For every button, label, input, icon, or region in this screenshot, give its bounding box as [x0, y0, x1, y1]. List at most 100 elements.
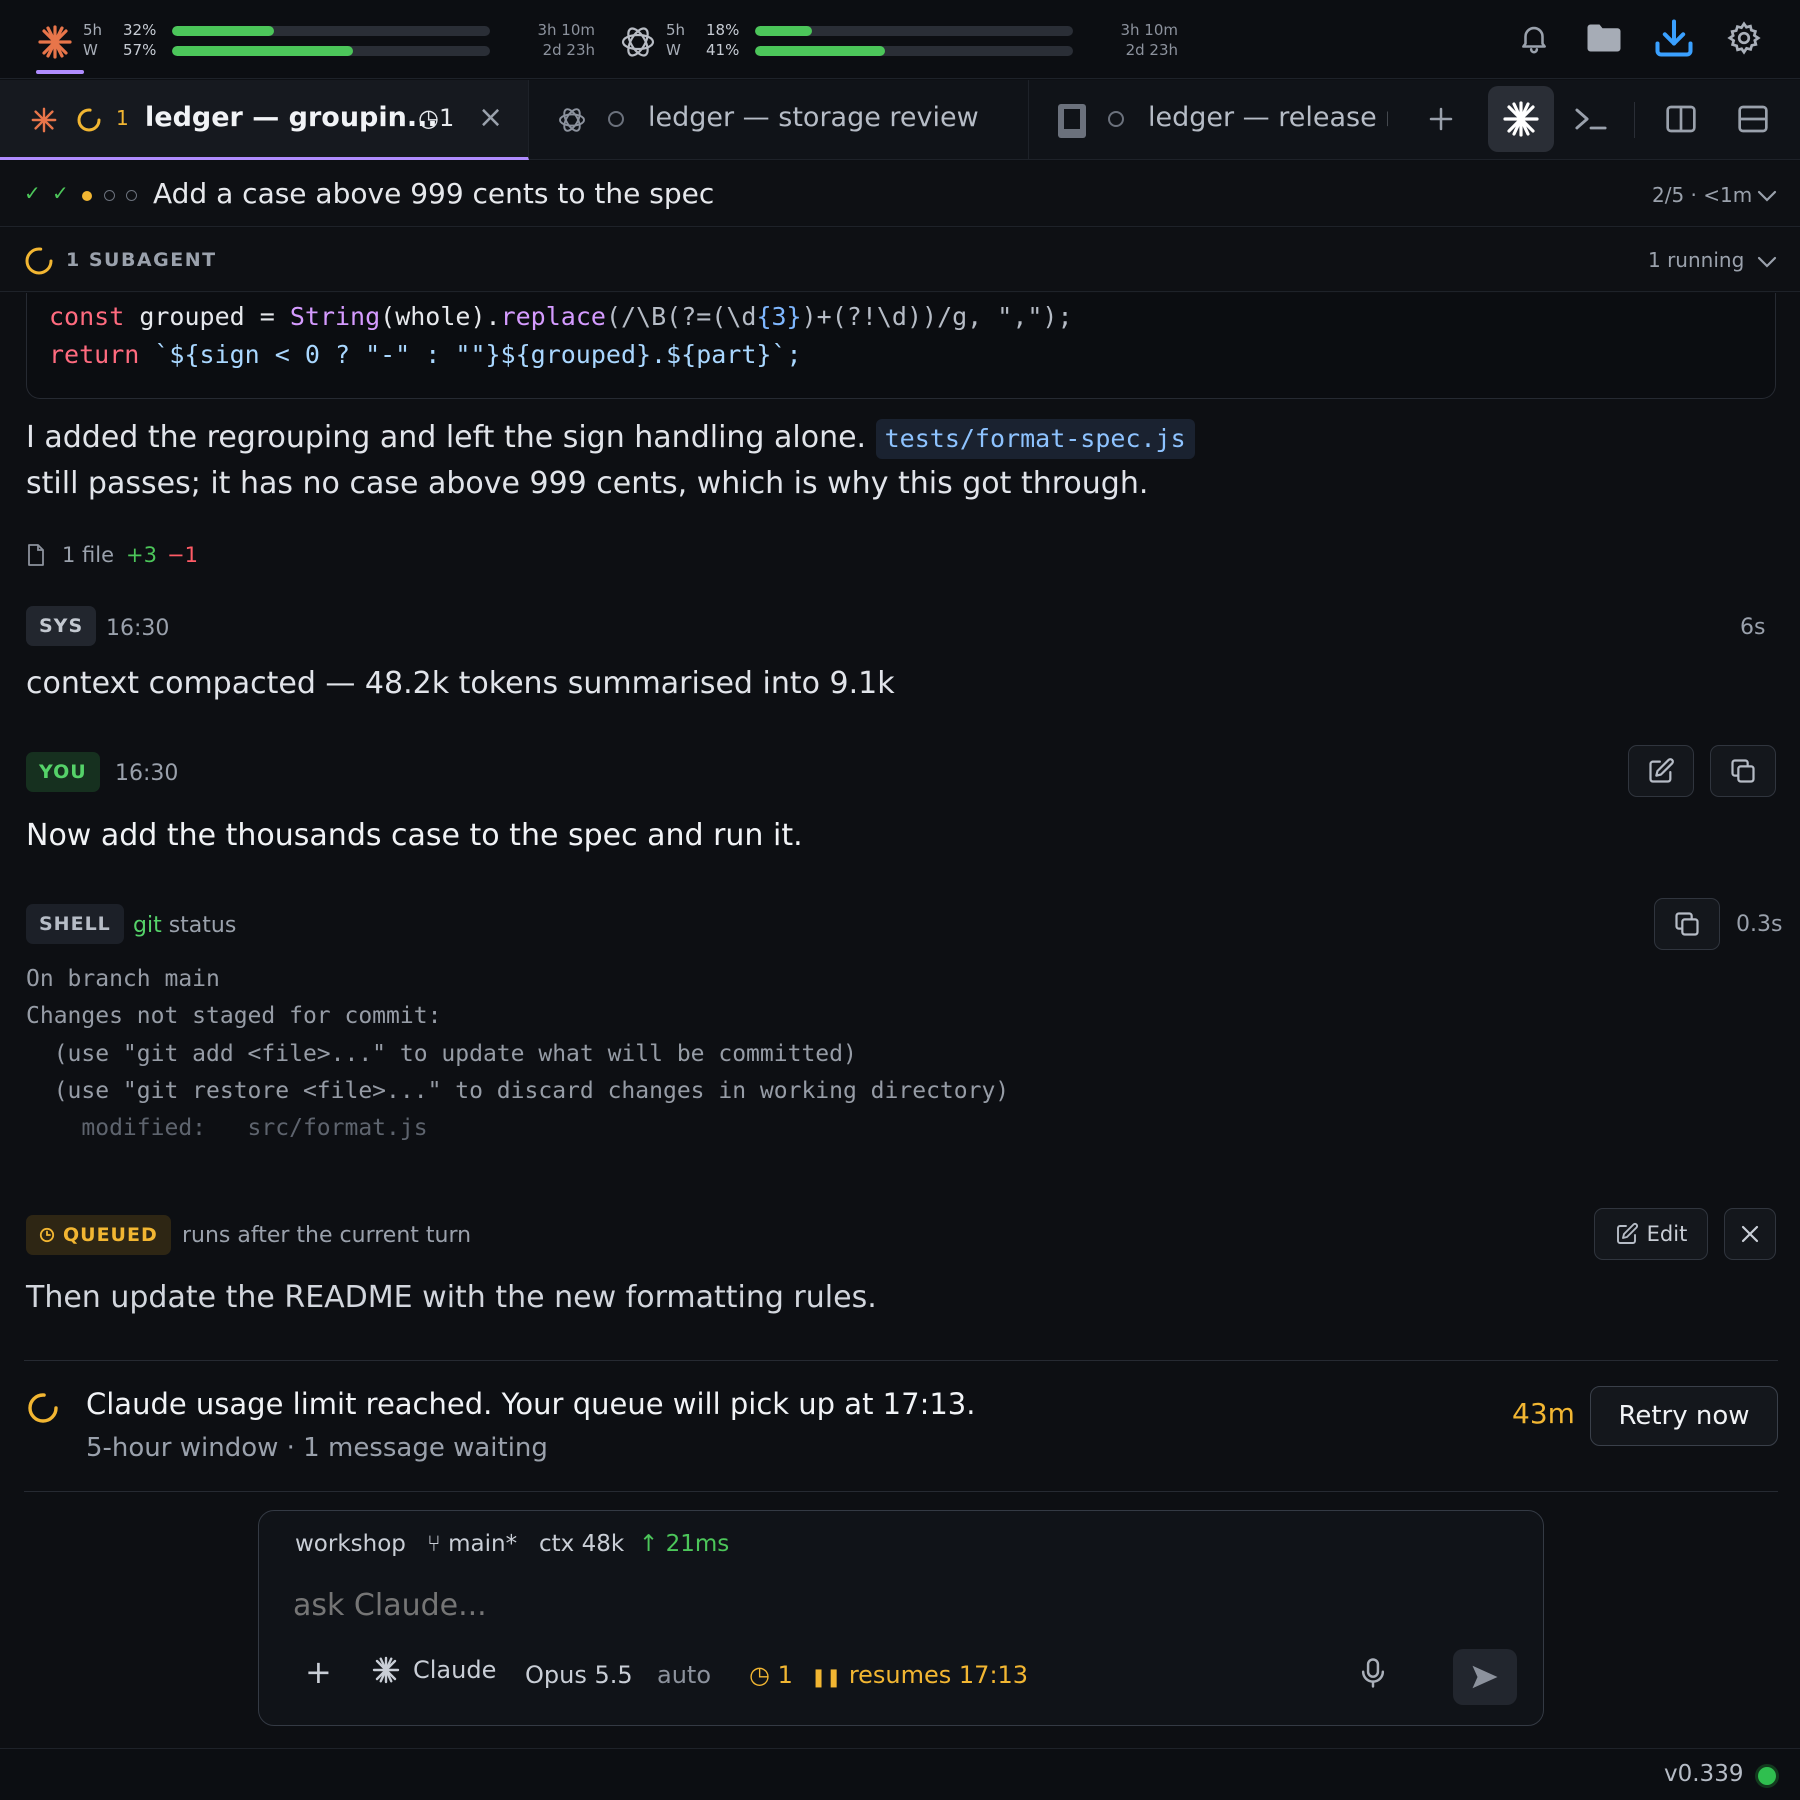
- sys-time: 16:30: [106, 616, 170, 641]
- context-size: ctx 48k: [539, 1531, 625, 1557]
- diff-summary[interactable]: 1 file +3 −1: [26, 539, 198, 571]
- openai-usage[interactable]: 5h W 18% 41% 3h 10m 2d 23h: [618, 20, 1178, 64]
- copy-message-button[interactable]: [1710, 745, 1776, 797]
- waiting-spinner-icon: [28, 1393, 58, 1423]
- usage-5h-label: 5h: [666, 21, 686, 39]
- subagent-row[interactable]: 1 SUBAGENT 1 running: [0, 228, 1800, 292]
- tab-close-button[interactable]: ×: [478, 100, 503, 135]
- edit-message-button[interactable]: [1628, 745, 1694, 797]
- pause-icon: ❚❚: [811, 1667, 842, 1688]
- shell-output-line: Changes not staged for commit:: [26, 1003, 442, 1029]
- usage-week-pct: 41%: [706, 41, 740, 59]
- shell-badge: SHELL: [26, 904, 124, 944]
- step-done-icon: ✓: [24, 181, 41, 205]
- new-tab-plus-icon[interactable]: [1408, 86, 1474, 152]
- usage-week-pct: 57%: [123, 41, 157, 59]
- shell-output-line: (use "git add <file>..." to update what …: [26, 1041, 857, 1067]
- usage-5h-reset: 3h 10m: [1120, 21, 1178, 39]
- claude-usage[interactable]: 5h W 32% 57% 3h 10m 2d 23h: [35, 20, 595, 64]
- claude-logo-icon: [372, 1656, 400, 1684]
- new-claude-tab-icon[interactable]: [1488, 86, 1554, 152]
- download-icon[interactable]: [1652, 16, 1696, 60]
- file-icon: [28, 544, 44, 566]
- assistant-message: I added the regrouping and left the sign…: [26, 415, 1766, 507]
- step-pending-icon: [126, 190, 137, 201]
- diff-file-count: 1 file: [62, 543, 115, 567]
- tab-queue-badge: ◷1: [418, 104, 455, 132]
- settings-gear-icon[interactable]: [1722, 16, 1766, 60]
- split-horizontal-icon[interactable]: [1720, 86, 1786, 152]
- message-input[interactable]: [293, 1581, 1473, 1629]
- step-pending-icon: [104, 190, 115, 201]
- notifications-bell-icon[interactable]: [1512, 16, 1556, 60]
- tab-ledger-grouping[interactable]: 1 ledger — groupin... ◷1 ×: [0, 80, 529, 160]
- tab-title: ledger — storage review: [648, 102, 979, 133]
- edit-icon: [1616, 1223, 1638, 1244]
- model-selector[interactable]: Opus 5.5: [525, 1661, 633, 1689]
- app-version: v0.339: [1664, 1761, 1744, 1787]
- sys-duration: 6s: [1740, 615, 1766, 640]
- shell-duration: 0.3s: [1736, 912, 1783, 937]
- tab-ledger-release-notes[interactable]: ledger — release nc: [1030, 80, 1400, 160]
- you-time: 16:30: [115, 761, 179, 786]
- connection-status-dot: [1758, 1767, 1776, 1785]
- resume-indicator: ❚❚ resumes 17:13: [811, 1661, 1029, 1689]
- status-footer: v0.339: [0, 1748, 1800, 1800]
- workspace-name[interactable]: workshop: [295, 1531, 406, 1557]
- task-title: Add a case above 999 cents to the spec: [153, 177, 715, 210]
- diff-added: +3: [126, 543, 157, 567]
- mode-selector[interactable]: auto: [657, 1661, 711, 1689]
- step-done-icon: ✓: [52, 181, 69, 205]
- shell-command: git status: [133, 913, 237, 938]
- subagent-label: 1 SUBAGENT: [66, 249, 217, 271]
- composer: workshop ⑂ main* ctx 48k ↑ 21ms + Claude…: [258, 1510, 1544, 1726]
- chevron-down-icon[interactable]: [1756, 188, 1778, 204]
- folder-icon[interactable]: [1582, 16, 1626, 60]
- usage-bar: 5h W 32% 57% 3h 10m 2d 23h 5h W 18% 41% …: [0, 0, 1800, 79]
- agent-selector[interactable]: Claude: [371, 1655, 496, 1685]
- tab-ledger-storage-review[interactable]: ledger — storage review: [530, 80, 1029, 160]
- task-progress-row[interactable]: ✓ ✓ Add a case above 999 cents to the sp…: [0, 161, 1800, 227]
- send-button[interactable]: [1453, 1649, 1517, 1705]
- claude-logo-icon: [31, 107, 57, 133]
- remove-queued-button[interactable]: [1724, 1208, 1776, 1260]
- usage-5h-bar: [172, 26, 490, 36]
- claude-logo-icon: [38, 25, 72, 59]
- copy-output-button[interactable]: [1654, 898, 1720, 950]
- usage-5h-reset: 3h 10m: [537, 21, 595, 39]
- usage-week-bar: [172, 46, 490, 56]
- active-provider-indicator: [36, 70, 84, 74]
- send-icon: [1472, 1665, 1498, 1689]
- microphone-icon[interactable]: [1353, 1653, 1393, 1693]
- usage-5h-label: 5h: [83, 21, 103, 39]
- usage-5h-pct: 32%: [123, 21, 157, 39]
- openai-logo-icon: [559, 108, 585, 132]
- running-spinner-icon: [25, 247, 53, 275]
- sys-badge: SYS: [26, 606, 97, 646]
- edit-queued-button[interactable]: Edit: [1594, 1208, 1708, 1260]
- subagent-status: 1 running: [1648, 248, 1745, 272]
- terminal-icon[interactable]: [1558, 86, 1624, 152]
- copy-icon: [1675, 912, 1699, 936]
- edit-icon: [1649, 758, 1674, 783]
- queued-note: runs after the current turn: [182, 1223, 472, 1248]
- shell-output-line: modified: src/format.js: [26, 1115, 428, 1141]
- toolbar-divider: [1634, 102, 1635, 138]
- running-spinner-icon: [77, 108, 101, 132]
- queue-count[interactable]: ◷ 1: [749, 1661, 793, 1689]
- limit-countdown: 43m: [1512, 1397, 1575, 1430]
- usage-week-label: W: [83, 41, 98, 59]
- chevron-down-icon[interactable]: [1756, 254, 1778, 270]
- usage-week-reset: 2d 23h: [1125, 41, 1178, 59]
- document-icon: [1058, 104, 1086, 138]
- limit-subtitle: 5-hour window · 1 message waiting: [86, 1433, 548, 1463]
- file-reference[interactable]: tests/format-spec.js: [875, 419, 1195, 459]
- branch-indicator[interactable]: ⑂ main*: [427, 1531, 517, 1557]
- tab-bar: 1 ledger — groupin... ◷1 × ledger — stor…: [0, 80, 1800, 160]
- sys-message: context compacted — 48.2k tokens summari…: [26, 666, 895, 701]
- split-vertical-icon[interactable]: [1648, 86, 1714, 152]
- attach-plus-icon[interactable]: +: [305, 1653, 332, 1691]
- retry-now-button[interactable]: Retry now: [1590, 1386, 1778, 1446]
- copy-icon: [1731, 759, 1755, 783]
- user-message: Now add the thousands case to the spec a…: [26, 818, 803, 853]
